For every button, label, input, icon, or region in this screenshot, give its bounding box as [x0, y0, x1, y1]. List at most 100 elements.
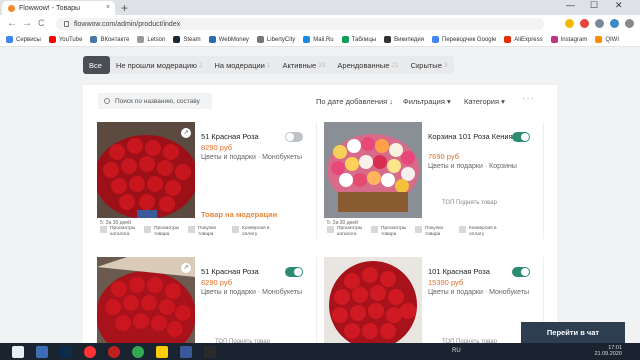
- product-stats: Просмотры каталога Просмотры товара Поку…: [327, 226, 499, 237]
- product-card[interactable]: Корзина 101 Роза Кения 7690 руб Цветы и …: [324, 122, 544, 239]
- visibility-toggle[interactable]: [285, 267, 303, 277]
- product-photo[interactable]: [324, 257, 422, 353]
- bookmark-item[interactable]: Википедия: [384, 36, 424, 43]
- stat-catalog-views: Просмотры каталога: [327, 226, 363, 237]
- app-icon[interactable]: [180, 345, 192, 358]
- profile-icon[interactable]: [625, 19, 634, 28]
- filter-dropdown[interactable]: Фильтрация ▾: [403, 97, 451, 106]
- extension-icon[interactable]: [595, 19, 604, 28]
- product-photo[interactable]: [324, 122, 422, 218]
- visibility-toggle[interactable]: [512, 132, 530, 142]
- filter-tab-label: Активные: [282, 60, 317, 70]
- product-name: Корзина 101 Роза Кения: [428, 132, 513, 141]
- bookmark-item[interactable]: Переводчик Google: [432, 36, 496, 43]
- windows-start-icon[interactable]: [12, 345, 24, 358]
- bookmark-label: Letson: [147, 36, 166, 43]
- bookmark-item[interactable]: LibertyCity: [256, 36, 296, 43]
- stat-product-views: Просмотры товара: [371, 226, 407, 237]
- bookmark-item[interactable]: Letson: [137, 36, 165, 43]
- explorer-icon[interactable]: [36, 345, 48, 358]
- opera-icon[interactable]: [108, 345, 120, 358]
- bookmark-label: AliExpress: [514, 36, 543, 43]
- bookmark-item[interactable]: Mail.Ru: [303, 36, 334, 43]
- url-field[interactable]: flowwow.com/admin/product/index: [56, 18, 544, 30]
- filter-tab-count: 2: [198, 61, 203, 69]
- bookmark-item[interactable]: AliExpress: [504, 36, 543, 43]
- keyboard-language[interactable]: RU: [452, 348, 461, 354]
- stat-product-views: Просмотры товара: [144, 226, 180, 237]
- system-clock[interactable]: 17:01 21.09.2020: [594, 345, 622, 357]
- bookmarks-bar: Сервисы YouTube ВКонтакте Letson Steam WebMon…: [0, 33, 640, 47]
- minimize-button[interactable]: —: [566, 0, 575, 10]
- bookmark-item[interactable]: Сервисы: [6, 36, 41, 43]
- address-bar-row: ← → C flowwow.com/admin/product/index: [0, 15, 640, 33]
- back-arrow-icon[interactable]: ←: [7, 18, 17, 29]
- filter-tab[interactable]: Арендованные 21: [331, 56, 404, 74]
- product-photo[interactable]: ↗: [97, 122, 195, 218]
- search-placeholder: Поиск по названию, составу: [115, 97, 200, 105]
- folder-icon[interactable]: [156, 345, 168, 358]
- bookmark-item[interactable]: ВКонтакте: [90, 36, 129, 43]
- close-window-button[interactable]: ✕: [615, 0, 623, 11]
- bookmark-icon: [208, 36, 216, 43]
- maximize-button[interactable]: ☐: [590, 0, 598, 11]
- visibility-toggle[interactable]: [512, 267, 530, 277]
- bookmark-item[interactable]: YouTube: [48, 36, 82, 43]
- go-to-chat-button[interactable]: Перейти в чат: [521, 322, 625, 343]
- stat-icon: [459, 226, 466, 233]
- product-card[interactable]: ↗ 51 Красная Роза 8290 руб Цветы и подар…: [97, 122, 317, 239]
- star-icon[interactable]: [565, 19, 574, 28]
- more-options-icon[interactable]: ···: [522, 93, 535, 104]
- product-category: Цветы и подарки · Монобукеты: [428, 289, 530, 296]
- toggle-knob: [521, 133, 529, 141]
- product-photo[interactable]: ↗: [97, 257, 195, 353]
- tab-close-icon[interactable]: ×: [106, 4, 110, 11]
- filter-tab-count: 1: [266, 61, 271, 69]
- bookmark-icon: [341, 36, 349, 43]
- product-category: Цветы и подарки · Монобукеты: [201, 289, 303, 296]
- share-icon[interactable]: ↗: [181, 128, 191, 138]
- browser-tab[interactable]: Flowwow! - Товары ×: [2, 1, 115, 15]
- chrome-icon[interactable]: [132, 345, 144, 358]
- filter-tab-count: 21: [391, 61, 399, 69]
- yandex-icon[interactable]: [84, 345, 96, 358]
- new-tab-button[interactable]: +: [121, 1, 128, 15]
- toggle-knob: [294, 268, 302, 276]
- bookmark-icon: [432, 36, 440, 43]
- visibility-toggle[interactable]: [285, 132, 303, 142]
- bookmark-label: LibertyCity: [266, 36, 296, 43]
- bookmark-icon: [595, 36, 603, 43]
- extension-icon[interactable]: [580, 19, 589, 28]
- flowwow-favicon-icon: [8, 4, 15, 12]
- extension-icon[interactable]: [610, 19, 619, 28]
- app-icon[interactable]: [204, 345, 216, 358]
- bookmark-item[interactable]: Steam: [173, 36, 201, 43]
- bookmark-icon: [137, 36, 145, 43]
- bookmark-label: WebMoney: [218, 36, 249, 43]
- forward-arrow-icon[interactable]: →: [22, 18, 32, 29]
- status-filter-tabs: Все Не прошли модерацию 2 На модерации 1 Акти…: [83, 56, 454, 74]
- filter-tab[interactable]: Скрытые 3: [405, 56, 454, 74]
- extension-icons: [565, 19, 634, 28]
- bookmark-item[interactable]: Таблицы: [341, 36, 376, 43]
- category-dropdown[interactable]: Категория ▾: [464, 97, 505, 106]
- filter-tab[interactable]: Активные 33: [277, 56, 332, 74]
- boost-product-link[interactable]: ТОП Поднять товар: [442, 200, 497, 206]
- bookmark-item[interactable]: WebMoney: [208, 36, 249, 43]
- filter-tab[interactable]: На модерации 1: [208, 56, 276, 74]
- filter-tab[interactable]: Все: [83, 56, 110, 74]
- reload-icon[interactable]: C: [38, 18, 45, 28]
- filter-tab[interactable]: Не прошли модерацию 2: [110, 56, 209, 74]
- product-price: 8290 руб: [201, 143, 232, 152]
- bookmark-icon: [550, 36, 558, 43]
- bookmark-item[interactable]: Instagram: [550, 36, 587, 43]
- bookmark-label: Сервисы: [16, 36, 41, 43]
- sort-dropdown[interactable]: По дате добавления ↓: [316, 97, 393, 106]
- photoshop-icon[interactable]: [60, 345, 72, 358]
- stat-icon: [188, 226, 195, 233]
- share-icon[interactable]: ↗: [181, 263, 191, 273]
- search-input[interactable]: Поиск по названию, составу: [98, 93, 212, 109]
- bookmark-item[interactable]: QIWI: [595, 36, 619, 43]
- bookmark-icon: [173, 36, 181, 43]
- bookmark-icon: [384, 36, 392, 43]
